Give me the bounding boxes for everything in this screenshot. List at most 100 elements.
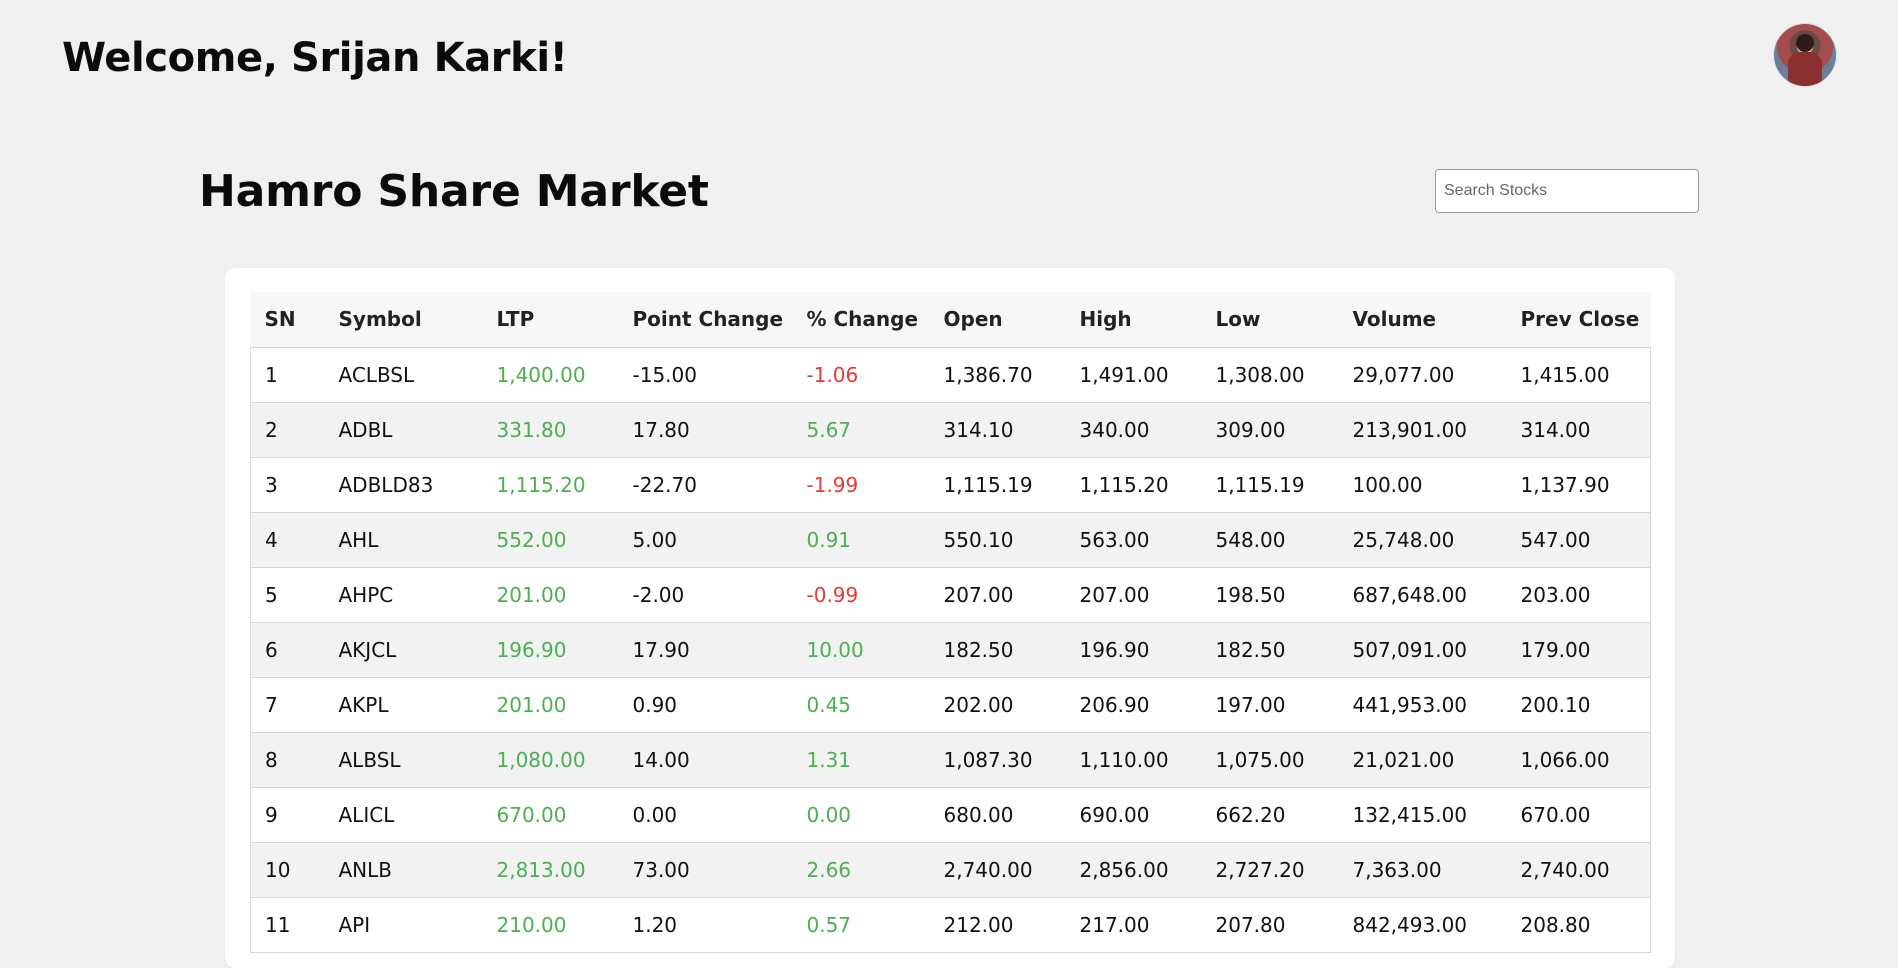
user-avatar[interactable] <box>1774 24 1836 86</box>
prev-close-cell: 670.00 <box>1506 787 1651 843</box>
volume-cell: 132,415.00 <box>1338 787 1507 843</box>
low-cell: 548.00 <box>1201 512 1339 568</box>
open-cell: 314.10 <box>929 402 1066 458</box>
ltp-cell: 201.00 <box>482 567 619 623</box>
percent-change-cell: -1.06 <box>792 347 930 403</box>
volume-cell: 213,901.00 <box>1338 402 1507 458</box>
volume-cell: 29,077.00 <box>1338 347 1507 403</box>
low-cell: 198.50 <box>1201 567 1339 623</box>
percent-change-cell: -1.99 <box>792 457 930 513</box>
column-header-symbol: Symbol <box>324 292 483 348</box>
column-header-open: Open <box>929 292 1066 348</box>
percent-change-cell: 2.66 <box>792 842 930 898</box>
ltp-cell: 552.00 <box>482 512 619 568</box>
low-cell: 2,727.20 <box>1201 842 1339 898</box>
symbol-cell: AKPL <box>324 677 483 733</box>
percent-change-cell: 0.91 <box>792 512 930 568</box>
sn-cell: 1 <box>250 347 325 403</box>
low-cell: 1,308.00 <box>1201 347 1339 403</box>
table-body: 1 ACLBSL 1,400.00 -15.00 -1.06 1,386.70 … <box>250 347 1651 953</box>
point-change-cell: -2.00 <box>618 567 793 623</box>
point-change-cell: -15.00 <box>618 347 793 403</box>
point-change-cell: 17.90 <box>618 622 793 678</box>
column-header-percent-change: % Change <box>792 292 930 348</box>
symbol-cell: AHPC <box>324 567 483 623</box>
sn-cell: 5 <box>250 567 325 623</box>
sn-cell: 10 <box>250 842 325 898</box>
table-row: 9 ALICL 670.00 0.00 0.00 680.00 690.00 6… <box>250 787 1651 843</box>
column-header-low: Low <box>1201 292 1339 348</box>
column-header-volume: Volume <box>1338 292 1507 348</box>
open-cell: 1,087.30 <box>929 732 1066 788</box>
low-cell: 309.00 <box>1201 402 1339 458</box>
volume-cell: 7,363.00 <box>1338 842 1507 898</box>
avatar-head-icon <box>1796 34 1814 52</box>
high-cell: 690.00 <box>1065 787 1202 843</box>
open-cell: 207.00 <box>929 567 1066 623</box>
prev-close-cell: 200.10 <box>1506 677 1651 733</box>
volume-cell: 687,648.00 <box>1338 567 1507 623</box>
high-cell: 2,856.00 <box>1065 842 1202 898</box>
table-header-row: SN Symbol LTP Point Change % Change Open… <box>250 292 1651 348</box>
symbol-cell: ACLBSL <box>324 347 483 403</box>
open-cell: 680.00 <box>929 787 1066 843</box>
prev-close-cell: 179.00 <box>1506 622 1651 678</box>
low-cell: 662.20 <box>1201 787 1339 843</box>
stock-search-input[interactable] <box>1435 169 1699 213</box>
ltp-cell: 196.90 <box>482 622 619 678</box>
table-row: 10 ANLB 2,813.00 73.00 2.66 2,740.00 2,8… <box>250 842 1651 898</box>
prev-close-cell: 2,740.00 <box>1506 842 1651 898</box>
symbol-cell: API <box>324 897 483 953</box>
volume-cell: 25,748.00 <box>1338 512 1507 568</box>
high-cell: 1,110.00 <box>1065 732 1202 788</box>
open-cell: 182.50 <box>929 622 1066 678</box>
ltp-cell: 210.00 <box>482 897 619 953</box>
open-cell: 1,386.70 <box>929 347 1066 403</box>
symbol-cell: ALBSL <box>324 732 483 788</box>
percent-change-cell: 0.57 <box>792 897 930 953</box>
symbol-cell: AKJCL <box>324 622 483 678</box>
market-header: Hamro Share Market <box>0 150 1898 230</box>
high-cell: 1,115.20 <box>1065 457 1202 513</box>
point-change-cell: -22.70 <box>618 457 793 513</box>
percent-change-cell: 5.67 <box>792 402 930 458</box>
ltp-cell: 1,115.20 <box>482 457 619 513</box>
table-row: 1 ACLBSL 1,400.00 -15.00 -1.06 1,386.70 … <box>250 347 1651 403</box>
table-row: 8 ALBSL 1,080.00 14.00 1.31 1,087.30 1,1… <box>250 732 1651 788</box>
low-cell: 1,075.00 <box>1201 732 1339 788</box>
volume-cell: 507,091.00 <box>1338 622 1507 678</box>
ltp-cell: 201.00 <box>482 677 619 733</box>
volume-cell: 441,953.00 <box>1338 677 1507 733</box>
stock-table-card: SN Symbol LTP Point Change % Change Open… <box>225 268 1675 968</box>
symbol-cell: AHL <box>324 512 483 568</box>
table-row: 4 AHL 552.00 5.00 0.91 550.10 563.00 548… <box>250 512 1651 568</box>
high-cell: 196.90 <box>1065 622 1202 678</box>
high-cell: 217.00 <box>1065 897 1202 953</box>
column-header-high: High <box>1065 292 1202 348</box>
prev-close-cell: 203.00 <box>1506 567 1651 623</box>
open-cell: 550.10 <box>929 512 1066 568</box>
percent-change-cell: -0.99 <box>792 567 930 623</box>
percent-change-cell: 0.00 <box>792 787 930 843</box>
prev-close-cell: 1,137.90 <box>1506 457 1651 513</box>
volume-cell: 21,021.00 <box>1338 732 1507 788</box>
table-row: 7 AKPL 201.00 0.90 0.45 202.00 206.90 19… <box>250 677 1651 733</box>
table-row: 3 ADBLD83 1,115.20 -22.70 -1.99 1,115.19… <box>250 457 1651 513</box>
prev-close-cell: 208.80 <box>1506 897 1651 953</box>
ltp-cell: 331.80 <box>482 402 619 458</box>
sn-cell: 9 <box>250 787 325 843</box>
sn-cell: 11 <box>250 897 325 953</box>
sn-cell: 4 <box>250 512 325 568</box>
prev-close-cell: 547.00 <box>1506 512 1651 568</box>
top-bar: Welcome, Srijan Karki! <box>0 0 1898 110</box>
prev-close-cell: 1,415.00 <box>1506 347 1651 403</box>
low-cell: 1,115.19 <box>1201 457 1339 513</box>
point-change-cell: 17.80 <box>618 402 793 458</box>
table-row: 11 API 210.00 1.20 0.57 212.00 217.00 20… <box>250 897 1651 953</box>
point-change-cell: 1.20 <box>618 897 793 953</box>
symbol-cell: ADBL <box>324 402 483 458</box>
symbol-cell: ADBLD83 <box>324 457 483 513</box>
ltp-cell: 1,080.00 <box>482 732 619 788</box>
high-cell: 1,491.00 <box>1065 347 1202 403</box>
table-header: SN Symbol LTP Point Change % Change Open… <box>250 292 1651 348</box>
